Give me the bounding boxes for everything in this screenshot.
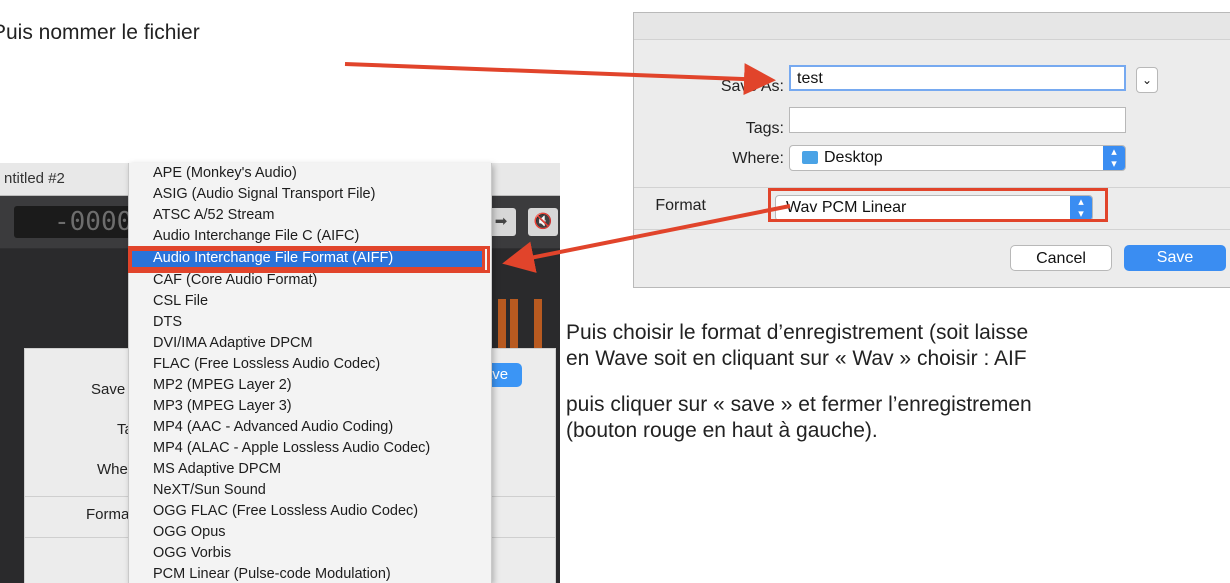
arrow-to-filename — [344, 62, 776, 96]
arrow-to-aiff — [502, 204, 791, 273]
annotation-arrows — [344, 62, 791, 273]
